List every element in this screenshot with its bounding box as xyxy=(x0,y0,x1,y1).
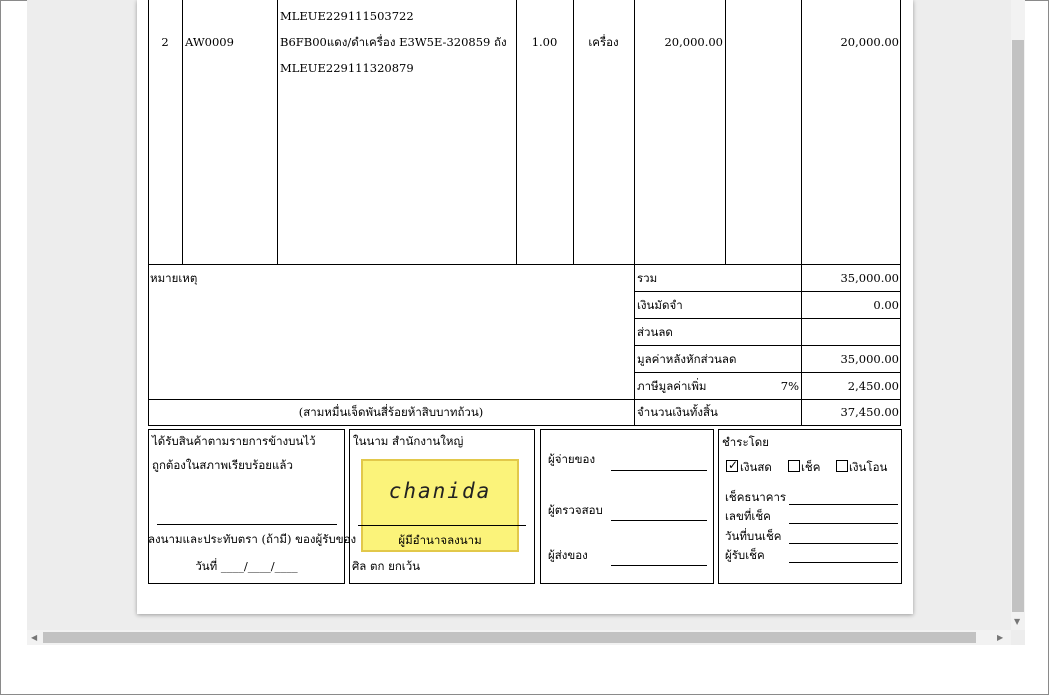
invoice-page: MLEUE229111503722 2 AW0009 B6FB00แดง/ดำเ… xyxy=(137,0,913,614)
receiver-sign-label: ลงนามและประทับตรา (ถ้ามี) ของผู้รับของ xyxy=(148,532,357,546)
cheque-receiver-label: ผู้รับเช็ค xyxy=(725,548,765,562)
item-unit: เครื่อง xyxy=(588,35,619,49)
totals-row-border xyxy=(634,291,901,292)
cheque-no-label: เลขที่เช็ค xyxy=(725,509,771,523)
transfer-label: เงินโอน xyxy=(849,460,888,474)
table-border-bottom xyxy=(148,425,901,426)
totals-row-border xyxy=(634,372,901,373)
transfer-checkbox[interactable] xyxy=(836,460,848,472)
receiver-signature-line xyxy=(157,524,337,525)
discount-label: ส่วนลด xyxy=(637,325,673,339)
totals-row-border xyxy=(148,399,901,400)
item-desc-line: MLEUE229111320879 xyxy=(280,61,414,75)
scroll-left-arrow-icon[interactable]: ◀ xyxy=(31,633,37,643)
deliverer-signature-line xyxy=(611,565,707,566)
vat-rate: 7% xyxy=(780,379,799,393)
item-no: 2 xyxy=(161,35,169,49)
vertical-scroll-thumb[interactable] xyxy=(1012,40,1024,612)
deposit-label: เงินมัดจำ xyxy=(637,298,683,312)
remarks-label: หมายเหตุ xyxy=(150,271,198,285)
horizontal-scroll-thumb[interactable] xyxy=(43,632,976,643)
vat-label: ภาษีมูลค่าเพิ่ม xyxy=(637,379,707,393)
scroll-right-arrow-icon[interactable]: ▶ xyxy=(997,633,1003,643)
cheque-date-line xyxy=(789,543,898,544)
company-note: ศิล ตก ยกเว้น xyxy=(352,559,421,573)
amount-in-words: (สามหมื่นเจ็ดพันสี่ร้อยห้าสิบบาทถ้วน) xyxy=(298,405,484,419)
vat-value: 2,450.00 xyxy=(847,379,899,393)
deposit-value: 0.00 xyxy=(873,298,899,312)
receiver-line-2: ถูกต้องในสภาพเรียบร้อยแล้ว xyxy=(152,458,293,472)
table-row-border xyxy=(148,264,901,265)
cheque-no-line xyxy=(789,523,898,524)
payer-label: ผู้จ่ายของ xyxy=(548,452,596,466)
receiver-line-1: ได้รับสินค้าตามรายการข้างบนไว้ xyxy=(152,434,316,448)
cash-label: เงินสด xyxy=(740,460,772,474)
grand-total-value: 37,450.00 xyxy=(840,405,899,419)
cheque-checkbox[interactable] xyxy=(788,460,800,472)
after-discount-label: มูลค่าหลังหักส่วนลด xyxy=(637,352,737,366)
table-border-left xyxy=(148,0,149,399)
checker-signature-line xyxy=(611,520,707,521)
on-behalf-label: ในนาม สำนักงานใหญ่ xyxy=(353,434,464,448)
item-desc-line: B6FB00แดง/ดำเครื่อง E3W5E-320859 ถัง xyxy=(280,35,507,49)
cheque-receiver-line xyxy=(789,562,898,563)
bank-label: เช็คธนาคาร xyxy=(725,490,787,504)
after-discount-value: 35,000.00 xyxy=(840,352,899,366)
check-icon: ✓ xyxy=(728,458,739,472)
grand-total-label: จำนวนเงินทั้งสิ้น xyxy=(637,405,718,419)
cheque-label: เช็ค xyxy=(801,460,821,474)
subtotal-label: รวม xyxy=(637,271,658,285)
deliverer-label: ผู้ส่งของ xyxy=(548,548,588,562)
col-divider xyxy=(725,0,726,264)
item-price: 20,000.00 xyxy=(664,35,723,49)
item-code: AW0009 xyxy=(185,35,234,49)
document-viewer: MLEUE229111503722 2 AW0009 B6FB00แดง/ดำเ… xyxy=(27,0,1025,645)
totals-row-border xyxy=(634,345,901,346)
col-divider xyxy=(182,0,183,264)
authorized-signer-label: ผู้มีอำนาจลงนาม xyxy=(398,533,482,547)
table-border-right xyxy=(900,0,901,426)
receiver-date-label: วันที่ ____/____/____ xyxy=(195,559,298,573)
totals-row-border xyxy=(634,318,901,319)
signature-text: chanida xyxy=(388,479,492,503)
item-desc-line: MLEUE229111503722 xyxy=(280,9,414,23)
subtotal-value: 35,000.00 xyxy=(840,271,899,285)
item-qty: 1.00 xyxy=(531,35,558,49)
payment-title: ชำระโดย xyxy=(722,435,769,449)
company-signature-line xyxy=(358,525,526,526)
cash-checkbox[interactable]: ✓ xyxy=(726,458,739,472)
scroll-down-arrow-icon[interactable]: ▼ xyxy=(1014,617,1020,627)
col-divider xyxy=(277,0,278,264)
col-divider xyxy=(634,0,635,426)
payer-signature-line xyxy=(611,470,707,471)
cheque-date-label: วันที่บนเช็ค xyxy=(725,529,782,543)
checker-label: ผู้ตรวจสอบ xyxy=(548,503,603,517)
item-amount: 20,000.00 xyxy=(840,35,899,49)
signature-stamp: chanida ผู้มีอำนาจลงนาม xyxy=(361,459,519,552)
bank-line xyxy=(789,504,898,505)
